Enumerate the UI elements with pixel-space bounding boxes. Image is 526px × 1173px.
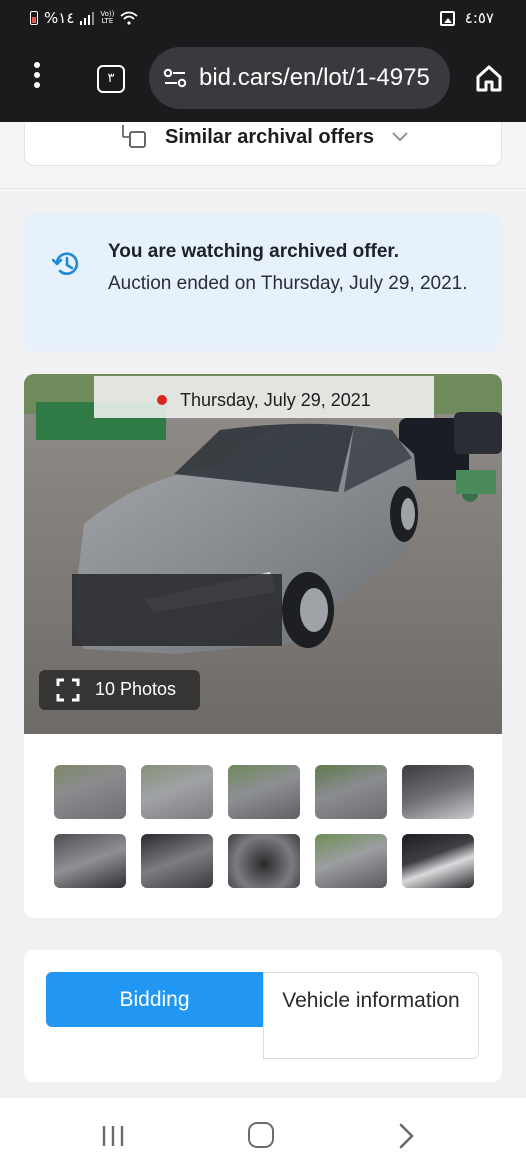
tab-bidding[interactable]: Bidding — [46, 972, 263, 1027]
photo-gallery: Thursday, July 29, 2021 10 Photos — [24, 374, 502, 918]
thumbnail[interactable] — [228, 765, 300, 819]
network-label: LTE — [101, 17, 114, 25]
status-dot — [157, 395, 167, 405]
page-content: Similar archival offers You are watching… — [0, 122, 526, 1098]
signal-icon — [80, 11, 95, 25]
address-bar[interactable]: bid.cars/en/lot/1-4975 — [149, 47, 450, 109]
thumbnail[interactable] — [54, 765, 126, 819]
archived-alert: You are watching archived offer. Auction… — [24, 213, 502, 351]
fullscreen-icon — [56, 678, 80, 702]
lot-tabs: Bidding Vehicle information — [24, 950, 502, 1082]
chevron-down-icon — [392, 132, 408, 142]
image-notification-icon — [439, 10, 455, 26]
similar-offers-label: Similar archival offers — [165, 126, 374, 148]
wifi-icon — [120, 11, 138, 25]
lot-section: You are watching archived offer. Auction… — [0, 192, 526, 1098]
battery-percent: %١٤ — [44, 9, 75, 27]
clock: ٤:٥٧ — [464, 9, 494, 27]
lte-icon: Vo)) LTE — [100, 11, 114, 25]
divider — [0, 188, 526, 189]
thumbnail[interactable] — [54, 834, 126, 888]
tab-vehicle-information[interactable]: Vehicle information — [263, 972, 479, 1059]
alert-body: Auction ended on Thursday, July 29, 2021… — [108, 273, 468, 294]
tab-switcher-button[interactable]: ٣ — [97, 65, 125, 93]
url-text[interactable]: bid.cars/en/lot/1-4975 — [199, 64, 430, 92]
menu-dots-icon[interactable] — [30, 62, 44, 92]
thumbnail[interactable] — [315, 834, 387, 888]
history-icon — [52, 252, 79, 276]
copy-icon — [122, 125, 146, 148]
photos-count-label: 10 Photos — [95, 679, 177, 699]
site-settings-icon[interactable] — [163, 68, 187, 88]
thumbnail[interactable] — [141, 765, 213, 819]
thumbnail[interactable] — [228, 834, 300, 888]
status-left: %١٤ Vo)) LTE — [30, 9, 138, 27]
alert-title: You are watching archived offer. — [108, 241, 400, 262]
view-photos-button[interactable]: 10 Photos — [39, 670, 200, 710]
similar-offers-dropdown[interactable]: Similar archival offers — [24, 122, 502, 166]
status-bar: %١٤ Vo)) LTE ٤:٥٧ — [0, 0, 526, 36]
thumbnail[interactable] — [141, 834, 213, 888]
auction-date: Thursday, July 29, 2021 — [180, 390, 371, 410]
main-photo[interactable]: Thursday, July 29, 2021 10 Photos — [24, 374, 502, 734]
thumbnail[interactable] — [402, 834, 474, 888]
auction-date-badge: Thursday, July 29, 2021 — [94, 376, 434, 418]
thumbnail[interactable] — [402, 765, 474, 819]
recent-apps-icon[interactable] — [100, 1124, 126, 1148]
home-button-icon[interactable] — [248, 1122, 274, 1148]
browser-toolbar: ٣ bid.cars/en/lot/1-4975 — [0, 36, 526, 122]
home-icon[interactable] — [474, 63, 504, 93]
thumbnail[interactable] — [315, 765, 387, 819]
status-right: ٤:٥٧ — [439, 9, 494, 27]
battery-icon — [30, 11, 38, 25]
back-icon[interactable] — [396, 1122, 416, 1150]
system-navigation-bar — [0, 1098, 526, 1173]
